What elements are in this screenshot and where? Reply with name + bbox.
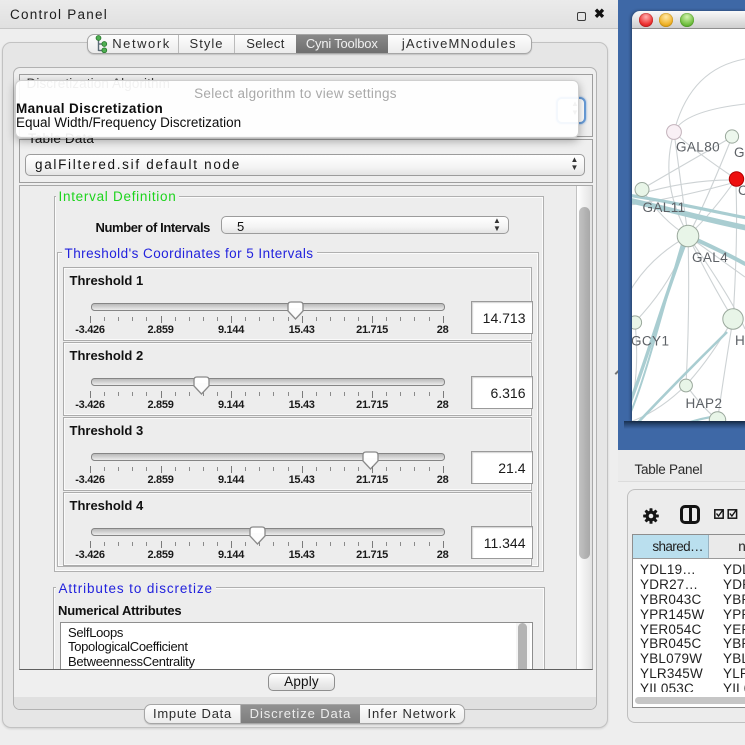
- svg-text:GAL80: GAL80: [676, 139, 720, 154]
- svg-text:H: H: [735, 333, 745, 348]
- svg-text:C: C: [738, 183, 745, 198]
- svg-text:GAL11: GAL11: [643, 200, 686, 215]
- svg-text:GAL4: GAL4: [692, 250, 728, 265]
- svg-text:GCY1: GCY1: [632, 333, 669, 348]
- svg-text:HAP2: HAP2: [686, 396, 723, 411]
- svg-text:G…: G…: [734, 145, 745, 160]
